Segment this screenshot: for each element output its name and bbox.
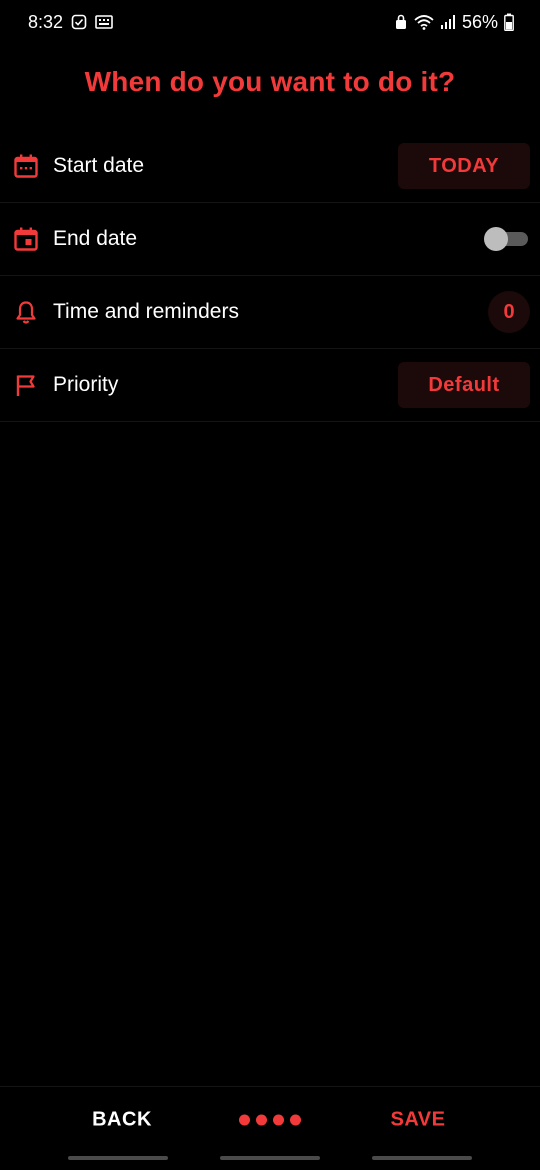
lock-icon xyxy=(394,14,408,30)
reminders-count-badge[interactable]: 0 xyxy=(488,291,530,333)
step-indicator xyxy=(239,1114,301,1126)
start-date-row[interactable]: Start date TODAY xyxy=(0,130,540,203)
priority-label: Priority xyxy=(53,373,119,396)
settings-list: Start date TODAY End date Time and remin… xyxy=(0,130,540,422)
start-date-row-left: Start date xyxy=(13,153,144,179)
signal-icon xyxy=(440,14,456,30)
battery-icon xyxy=(504,13,514,31)
back-button[interactable]: BACK xyxy=(92,1109,152,1132)
bottom-bar: BACK SAVE xyxy=(0,1086,540,1153)
reminders-row[interactable]: Time and reminders 0 xyxy=(0,276,540,349)
step-dot xyxy=(290,1114,301,1126)
end-date-row[interactable]: End date xyxy=(0,203,540,276)
calendar-event-icon xyxy=(13,226,39,252)
page-title: When do you want to do it? xyxy=(84,66,456,97)
calendar-icon xyxy=(13,153,39,179)
toggle-thumb xyxy=(484,227,508,251)
start-date-label: Start date xyxy=(53,154,145,177)
end-date-label: End date xyxy=(53,227,138,250)
save-button[interactable]: SAVE xyxy=(391,1109,446,1132)
gesture-hint-center[interactable] xyxy=(220,1156,320,1160)
status-bar: 8:32 56% xyxy=(0,0,540,44)
priority-row-left: Priority xyxy=(13,372,118,398)
gesture-hint-left[interactable] xyxy=(68,1156,168,1160)
end-date-toggle[interactable] xyxy=(484,226,528,252)
keyboard-icon xyxy=(95,14,113,30)
wifi-icon xyxy=(414,14,434,30)
reminders-label: Time and reminders xyxy=(53,300,239,323)
flag-icon xyxy=(13,372,39,398)
bell-icon xyxy=(13,299,39,325)
status-right: 56% xyxy=(394,12,514,33)
start-date-button[interactable]: TODAY xyxy=(398,143,530,189)
check-box-icon xyxy=(71,14,87,30)
status-left: 8:32 xyxy=(28,12,113,33)
priority-row[interactable]: Priority Default xyxy=(0,349,540,422)
gesture-navigation-bar xyxy=(0,1156,540,1162)
step-dot xyxy=(273,1114,284,1126)
step-dot xyxy=(256,1114,267,1126)
status-time: 8:32 xyxy=(28,11,64,32)
step-dot xyxy=(239,1114,250,1126)
end-date-row-left: End date xyxy=(13,226,137,252)
gesture-hint-right[interactable] xyxy=(372,1156,472,1160)
battery-percent: 56% xyxy=(461,11,498,32)
reminders-row-left: Time and reminders xyxy=(13,299,239,325)
priority-button[interactable]: Default xyxy=(398,362,530,408)
